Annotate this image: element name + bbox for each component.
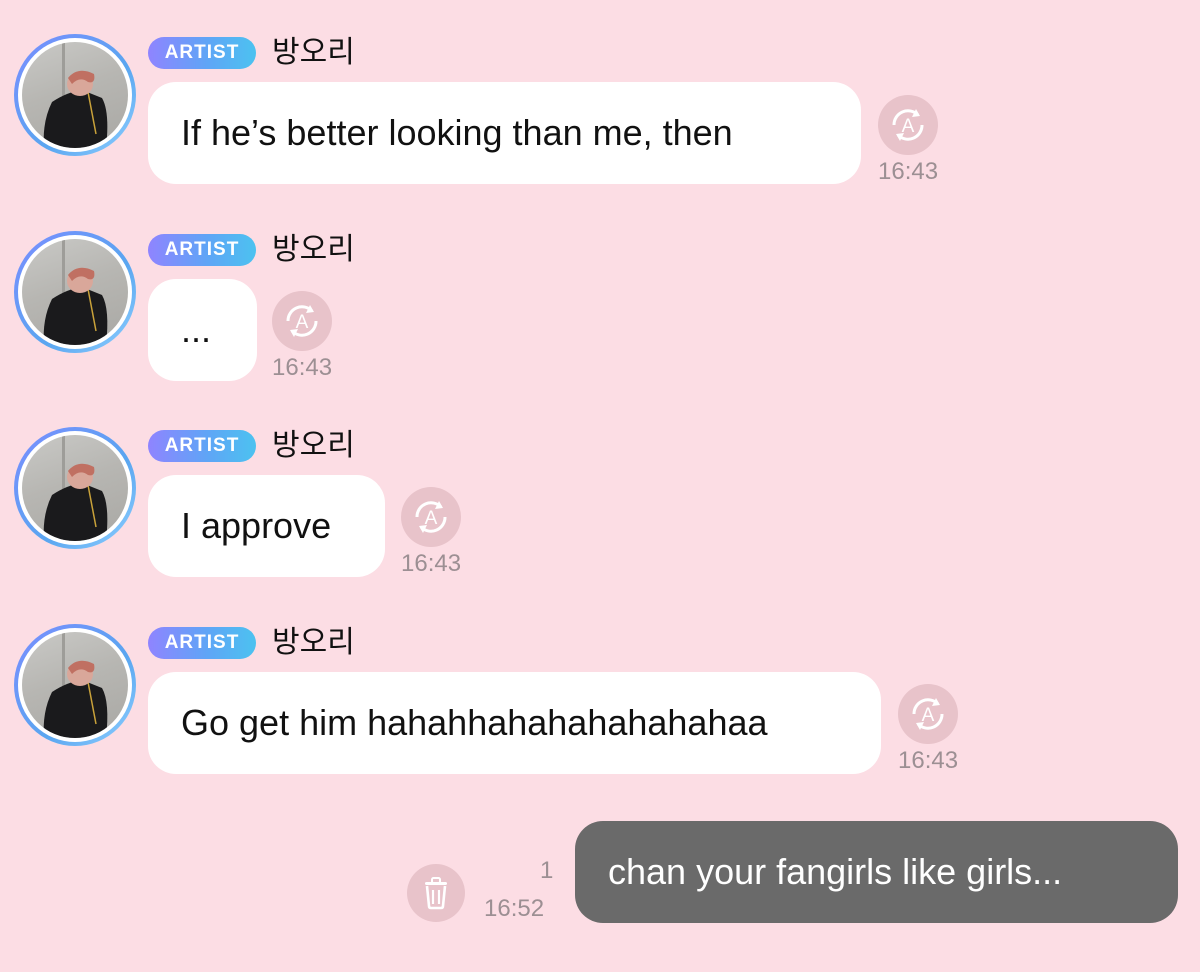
- timestamp: 16:43: [272, 354, 333, 381]
- svg-text:A: A: [296, 312, 309, 333]
- svg-text:A: A: [425, 508, 438, 529]
- message-bubble[interactable]: ...: [148, 279, 257, 381]
- sender-name: 방오리: [272, 625, 355, 660]
- translate-icon[interactable]: A: [401, 487, 461, 547]
- chat-message: ARTIST 방오리 If he’s better looking than m…: [0, 34, 1200, 214]
- timestamp: 16:52: [484, 895, 545, 922]
- message-bubble[interactable]: Go get him hahahhahahahahahahaa: [148, 672, 881, 774]
- timestamp: 16:43: [401, 550, 462, 577]
- artist-badge: ARTIST: [148, 37, 256, 69]
- translate-icon[interactable]: A: [898, 684, 958, 744]
- avatar[interactable]: [14, 34, 136, 156]
- avatar[interactable]: [14, 624, 136, 746]
- chat-message: ARTIST 방오리 I approve A 16:43: [0, 427, 1200, 607]
- artist-badge: ARTIST: [148, 627, 256, 659]
- timestamp: 16:43: [898, 747, 959, 774]
- message-bubble[interactable]: I approve: [148, 475, 385, 577]
- sender-name: 방오리: [272, 428, 355, 463]
- artist-badge: ARTIST: [148, 234, 256, 266]
- translate-icon[interactable]: A: [272, 291, 332, 351]
- avatar[interactable]: [14, 231, 136, 353]
- svg-text:A: A: [902, 116, 915, 137]
- svg-text:A: A: [922, 705, 935, 726]
- sender-name: 방오리: [272, 35, 355, 70]
- unread-count: 1: [540, 857, 554, 884]
- sender-name: 방오리: [272, 232, 355, 267]
- chat-message: ARTIST 방오리 Go get him hahahhahahahahahah…: [0, 624, 1200, 804]
- message-bubble[interactable]: If he’s better looking than me, then: [148, 82, 861, 184]
- trash-icon[interactable]: [407, 864, 465, 922]
- outgoing-message-bubble[interactable]: chan your fangirls like girls...: [575, 821, 1178, 923]
- artist-badge: ARTIST: [148, 430, 256, 462]
- avatar[interactable]: [14, 427, 136, 549]
- chat-message: ARTIST 방오리 ... A 16:43: [0, 231, 1200, 411]
- translate-icon[interactable]: A: [878, 95, 938, 155]
- timestamp: 16:43: [878, 158, 939, 185]
